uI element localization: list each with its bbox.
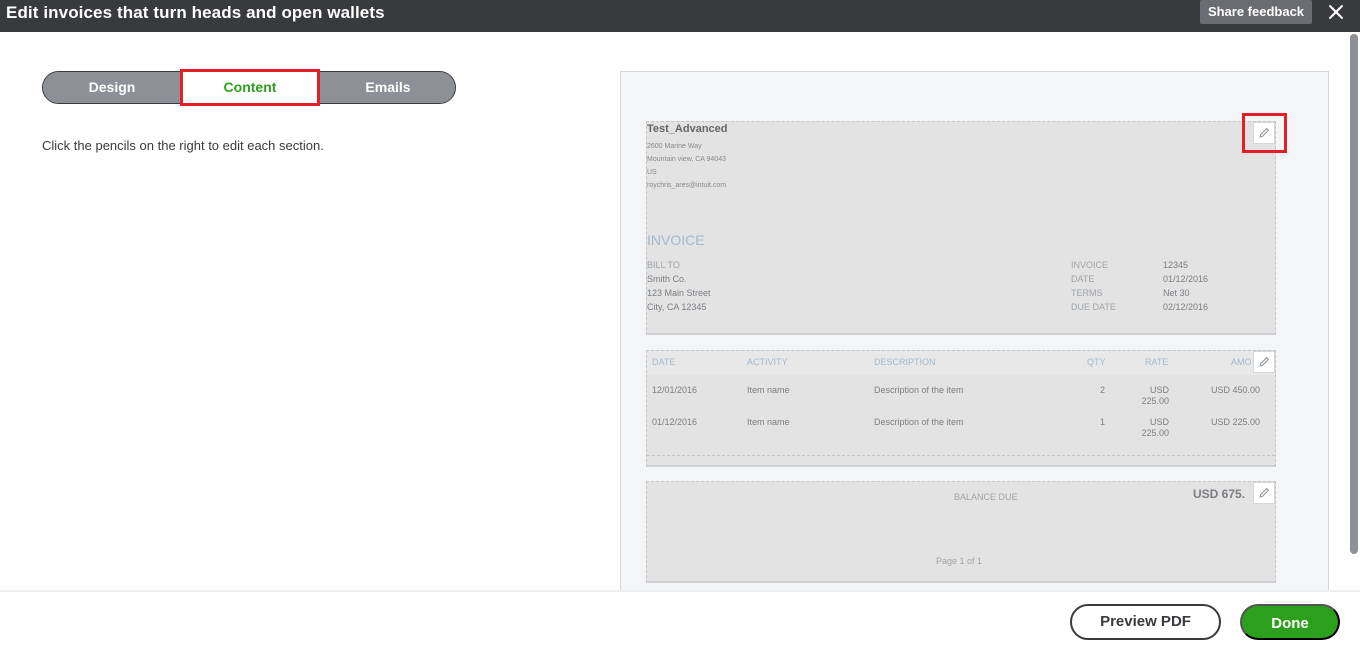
row2-rate-amount: 225.00 <box>1141 428 1169 438</box>
highlight-box-content-tab <box>180 69 320 106</box>
highlight-box-edit-pencil <box>1242 113 1287 153</box>
edit-items-pencil-icon[interactable] <box>1253 351 1275 373</box>
company-address-line2: Mountain view, CA 94043 <box>647 156 726 163</box>
row2-rate-currency: USD <box>1149 417 1169 427</box>
row2-amount: USD 225.00 <box>1211 417 1261 427</box>
items-divider <box>647 455 1275 456</box>
row1-rate-currency: USD <box>1149 385 1169 395</box>
balance-due-label: BALANCE DUE <box>954 492 1018 502</box>
invoice-preview: Test_Advanced 2600 Marine Way Mountain v… <box>620 71 1329 591</box>
col-activity: ACTIVITY <box>747 357 788 367</box>
page-title: Edit invoices that turn heads and open w… <box>6 3 385 22</box>
items-table-header: DATE ACTIVITY DESCRIPTION QTY RATE AMO <box>647 351 1275 375</box>
bill-to-city: City, CA 12345 <box>647 302 707 312</box>
row2-description: Description of the item <box>874 417 964 427</box>
meta-value-invoice: 12345 <box>1163 260 1189 270</box>
company-email: roychris_ares@intuit.com <box>647 182 727 189</box>
invoice-title: INVOICE <box>647 232 705 248</box>
company-name: Test_Advanced <box>647 123 728 135</box>
col-rate: RATE <box>1145 357 1169 367</box>
row2-date: 01/12/2016 <box>652 417 698 427</box>
meta-value-due-date: 02/12/2016 <box>1163 302 1209 312</box>
tab-emails[interactable]: Emails <box>319 72 455 103</box>
footer-section[interactable]: BALANCE DUE USD 675. Page 1 of 1 <box>646 481 1276 583</box>
meta-label-due-date: DUE DATE <box>1071 302 1116 312</box>
items-section[interactable]: DATE ACTIVITY DESCRIPTION QTY RATE AMO 1… <box>646 350 1276 467</box>
bill-to-name: Smith Co. <box>647 274 687 284</box>
bill-to-street: 123 Main Street <box>647 288 711 298</box>
meta-label-date: DATE <box>1071 274 1095 284</box>
preview-pdf-button[interactable]: Preview PDF <box>1070 604 1221 640</box>
header-section[interactable]: Test_Advanced 2600 Marine Way Mountain v… <box>646 121 1276 335</box>
meta-label-terms: TERMS <box>1071 288 1103 298</box>
edit-footer-pencil-icon[interactable] <box>1253 482 1275 504</box>
col-date: DATE <box>652 357 676 367</box>
footer-bar: Preview PDF Done <box>0 590 1360 650</box>
share-feedback-button[interactable]: Share feedback <box>1200 0 1312 24</box>
meta-value-date: 01/12/2016 <box>1163 274 1209 284</box>
bill-to-label: BILL TO <box>647 260 680 270</box>
meta-value-terms: Net 30 <box>1163 288 1190 298</box>
company-country: US <box>647 169 657 176</box>
page-info: Page 1 of 1 <box>936 556 983 566</box>
col-qty: QTY <box>1087 357 1106 367</box>
instruction-text: Click the pencils on the right to edit e… <box>42 138 324 153</box>
close-icon[interactable] <box>1326 2 1346 22</box>
row1-description: Description of the item <box>874 385 964 395</box>
company-address-line1: 2600 Marine Way <box>647 143 702 150</box>
scrollbar[interactable] <box>1350 34 1358 554</box>
col-amount: AMO <box>1231 357 1252 367</box>
row1-rate-amount: 225.00 <box>1141 396 1169 406</box>
meta-label-invoice: INVOICE <box>1071 260 1109 270</box>
row2-qty: 1 <box>1100 417 1106 427</box>
row1-date: 12/01/2016 <box>652 385 698 395</box>
row1-qty: 2 <box>1100 385 1106 395</box>
done-button[interactable]: Done <box>1240 604 1340 640</box>
balance-due-value: USD 675. <box>1193 487 1246 501</box>
tab-design[interactable]: Design <box>43 72 181 103</box>
row1-activity: Item name <box>747 385 790 395</box>
row2-activity: Item name <box>747 417 790 427</box>
col-description: DESCRIPTION <box>874 357 936 367</box>
top-bar: Edit invoices that turn heads and open w… <box>0 0 1360 32</box>
row1-amount: USD 450.00 <box>1211 385 1261 395</box>
